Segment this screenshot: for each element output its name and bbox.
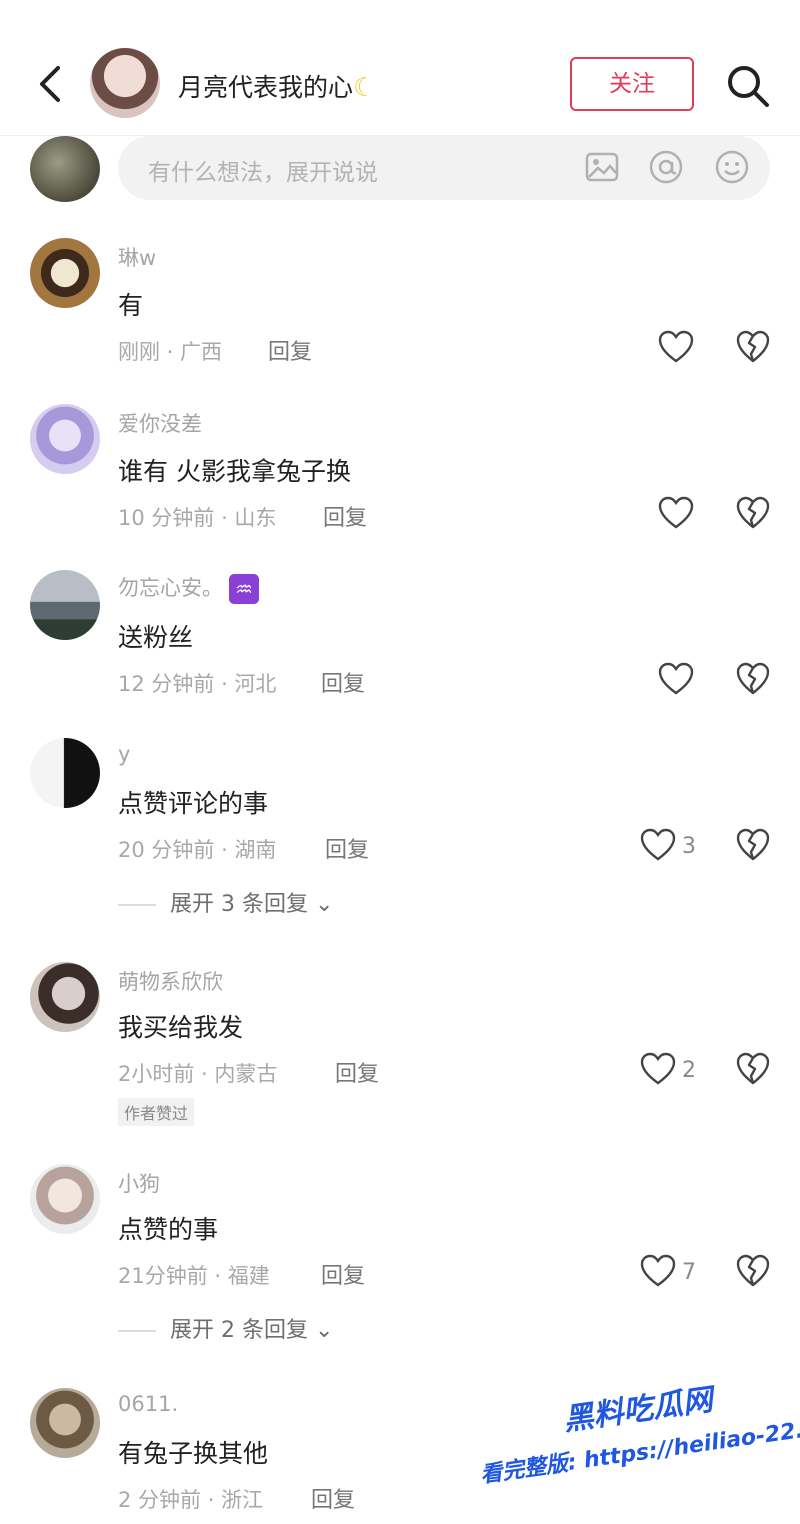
- user-avatar[interactable]: [30, 404, 100, 474]
- comment-username[interactable]: 琳w: [118, 242, 156, 272]
- heart-icon: [640, 1254, 676, 1287]
- dislike-button[interactable]: [736, 496, 770, 530]
- user-avatar[interactable]: [30, 738, 100, 808]
- heart-icon: [640, 1052, 676, 1085]
- chevron-left-icon: [40, 66, 60, 102]
- user-avatar[interactable]: [30, 962, 100, 1032]
- comment-text: 有: [118, 291, 144, 320]
- broken-heart-icon: [736, 496, 770, 529]
- emoji-icon[interactable]: [714, 149, 750, 185]
- reply-button[interactable]: 回复: [321, 1258, 365, 1290]
- at-mention-icon[interactable]: [648, 149, 684, 185]
- reply-button[interactable]: 回复: [321, 666, 365, 698]
- search-icon: [728, 66, 769, 107]
- comment-meta: 20 分钟前 · 湖南: [118, 838, 277, 862]
- broken-heart-icon: [736, 1052, 770, 1085]
- user-avatar[interactable]: [30, 238, 100, 308]
- follow-button[interactable]: 关注: [570, 57, 694, 111]
- like-button[interactable]: [658, 330, 738, 370]
- broken-heart-icon: [736, 662, 770, 695]
- comment-meta: 12 分钟前 · 河北: [118, 672, 277, 696]
- broken-heart-icon: [736, 330, 770, 363]
- comment-text: 有兔子换其他: [118, 1439, 269, 1468]
- divider: [118, 904, 156, 906]
- chevron-down-icon: ⌄: [307, 1318, 334, 1343]
- like-button[interactable]: 3: [640, 828, 720, 868]
- comment-meta: 刚刚 · 广西: [118, 340, 223, 364]
- author-name[interactable]: 月亮代表我的心☾: [178, 68, 376, 104]
- comment-text: 点赞的事: [118, 1215, 219, 1244]
- heart-icon: [658, 662, 694, 695]
- dislike-button[interactable]: [736, 330, 770, 364]
- dislike-button[interactable]: [736, 1254, 770, 1288]
- reply-button[interactable]: 回复: [323, 500, 367, 532]
- comment-username[interactable]: 0611.: [118, 1392, 178, 1416]
- comment-username[interactable]: 小狗: [118, 1168, 160, 1198]
- dislike-button[interactable]: [736, 828, 770, 862]
- watermark: 黑料吃瓜网 看完整版: https://heiliao-22.com: [470, 1354, 800, 1509]
- user-avatar[interactable]: [30, 1164, 100, 1234]
- chevron-down-icon: ⌄: [307, 892, 334, 917]
- back-button[interactable]: [30, 62, 70, 106]
- like-button[interactable]: 2: [640, 1052, 720, 1092]
- top-bar: 月亮代表我的心☾ 关注: [0, 0, 800, 136]
- reply-button[interactable]: 回复: [268, 334, 312, 366]
- comment-meta: 21分钟前 · 福建: [118, 1264, 270, 1288]
- heart-icon: [658, 330, 694, 363]
- search-button[interactable]: [724, 62, 772, 110]
- divider: [118, 1330, 156, 1332]
- reply-button[interactable]: 回复: [311, 1482, 355, 1514]
- author-liked-badge: 作者赞过: [118, 1098, 195, 1126]
- expand-replies-button[interactable]: 展开 3 条回复 ⌄: [118, 886, 333, 918]
- comment-username[interactable]: 勿忘心安。 ♒: [118, 572, 259, 604]
- heart-icon: [658, 496, 694, 529]
- dislike-button[interactable]: [736, 662, 770, 696]
- like-count: 3: [682, 834, 696, 859]
- like-button[interactable]: [658, 496, 738, 536]
- reply-button[interactable]: 回复: [325, 832, 369, 864]
- comment-meta: 2 分钟前 · 浙江: [118, 1488, 264, 1512]
- heart-icon: [640, 828, 676, 861]
- broken-heart-icon: [736, 828, 770, 861]
- comment-meta: 10 分钟前 · 山东: [118, 506, 277, 530]
- user-avatar[interactable]: [30, 570, 100, 640]
- comment-meta: 2小时前 · 内蒙古: [118, 1062, 278, 1086]
- broken-heart-icon: [736, 1254, 770, 1287]
- comment-text: 谁有 火影我拿兔子换: [118, 457, 351, 486]
- expand-replies-button[interactable]: 展开 2 条回复 ⌄: [118, 1312, 333, 1344]
- comment-text: 送粉丝: [118, 623, 194, 652]
- reply-button[interactable]: 回复: [335, 1056, 379, 1088]
- like-count: 7: [682, 1260, 696, 1285]
- comment-username[interactable]: 爱你没差: [118, 408, 202, 438]
- like-button[interactable]: 7: [640, 1254, 720, 1294]
- user-avatar[interactable]: [30, 1388, 100, 1458]
- aquarius-icon: ♒: [229, 574, 259, 604]
- my-avatar: [30, 136, 100, 202]
- comment-username[interactable]: y: [118, 742, 130, 766]
- author-avatar[interactable]: [90, 48, 160, 118]
- comment-username[interactable]: 萌物系欣欣: [118, 966, 223, 996]
- comment-input-placeholder: 有什么想法，展开说说: [148, 160, 378, 186]
- like-count: 2: [682, 1058, 696, 1083]
- comment-text: 我买给我发: [118, 1013, 244, 1042]
- comment-text: 点赞评论的事: [118, 789, 269, 818]
- image-icon[interactable]: [584, 149, 620, 185]
- moon-emoji-icon: ☾: [353, 73, 377, 103]
- dislike-button[interactable]: [736, 1052, 770, 1086]
- comment-input[interactable]: 有什么想法，展开说说: [118, 136, 770, 200]
- like-button[interactable]: [658, 662, 738, 702]
- comment-input-row: 有什么想法，展开说说: [0, 136, 800, 214]
